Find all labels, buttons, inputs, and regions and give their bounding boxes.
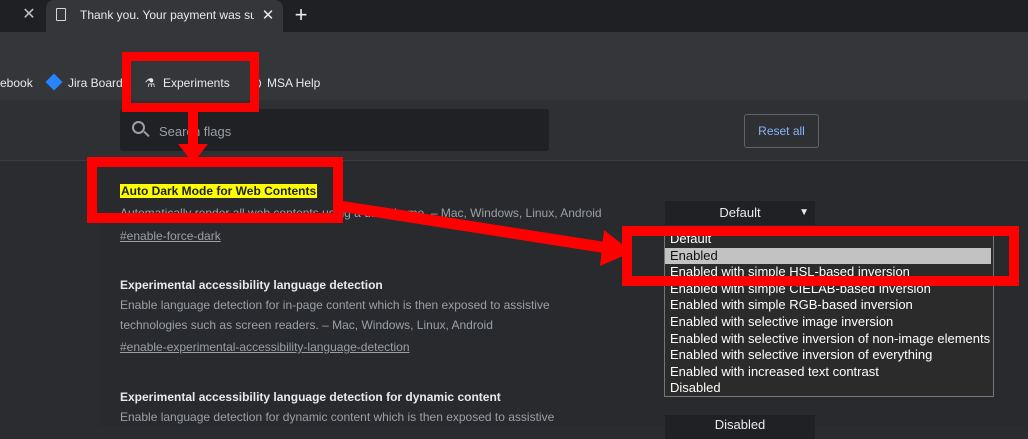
- jira-icon: [45, 73, 63, 91]
- search-input[interactable]: [157, 109, 541, 153]
- tab-title: Thank you. Your payment was successful: [80, 8, 254, 22]
- page-icon: [56, 8, 66, 21]
- dropdown-option[interactable]: Enabled with selective inversion of non-…: [665, 331, 991, 347]
- bookmark-jira-board[interactable]: Jira Board: [45, 66, 123, 100]
- new-tab-button[interactable]: +: [290, 4, 312, 27]
- description-line: Enable language detection for in-page co…: [120, 298, 550, 312]
- tab-close-icon[interactable]: ✕: [259, 7, 277, 25]
- previous-tab-close-icon[interactable]: ✕: [20, 6, 38, 24]
- tab-strip: ✕ Thank you. Your payment was successful…: [0, 0, 1028, 32]
- annotation-box-flag-title: [87, 157, 343, 223]
- flag-description: Enable language detection for in-page co…: [120, 295, 550, 335]
- bookmark-facebook[interactable]: ebook: [0, 66, 33, 100]
- flag-title-accessibility-language-detection: Experimental accessibility language dete…: [120, 278, 383, 292]
- dropdown-option[interactable]: Disabled: [665, 380, 991, 396]
- description-line: technologies such as screen readers. – M…: [120, 318, 493, 332]
- select-value: Disabled: [714, 417, 766, 432]
- flag-title-dynamic-language-detection: Experimental accessibility language dete…: [120, 390, 501, 404]
- flag-select-dynamic-language-detection[interactable]: Disabled: [665, 415, 815, 439]
- flag-link-accessibility-language-detection[interactable]: #enable-experimental-accessibility-langu…: [120, 340, 410, 354]
- search-box[interactable]: [120, 109, 549, 153]
- flag-link-enable-force-dark[interactable]: #enable-force-dark: [120, 229, 221, 243]
- dropdown-option[interactable]: Enabled with increased text contrast: [665, 364, 991, 380]
- active-tab[interactable]: Thank you. Your payment was successful ✕: [46, 0, 283, 32]
- dropdown-option[interactable]: Enabled with simple RGB-based inversion: [665, 297, 991, 313]
- flag-select-auto-dark-mode[interactable]: Default ▼: [665, 201, 815, 225]
- search-icon-handle: [143, 130, 150, 138]
- bookmark-label: ebook: [0, 76, 33, 90]
- chevron-down-icon: ▼: [799, 207, 809, 218]
- annotation-box-enabled-option: [622, 226, 1019, 286]
- dropdown-option[interactable]: Enabled with selective inversion of ever…: [665, 347, 991, 363]
- bookmark-label: MSA Help: [267, 76, 321, 90]
- reset-all-button[interactable]: Reset all: [744, 114, 819, 148]
- bookmark-label: Jira Board: [68, 76, 123, 90]
- annotation-box-experiments: [122, 52, 259, 112]
- dropdown-option[interactable]: Enabled with selective image inversion: [665, 314, 991, 330]
- bookmark-msa-help[interactable]: MSA Help: [250, 66, 320, 100]
- select-value: Default: [719, 205, 761, 220]
- flag-description: Enable language detection for dynamic co…: [120, 410, 555, 424]
